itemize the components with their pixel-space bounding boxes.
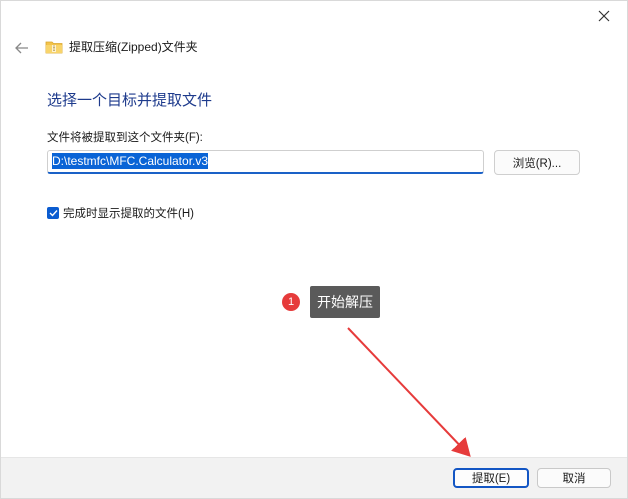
window-title: 提取压缩(Zipped)文件夹 — [69, 40, 198, 54]
step-badge: 1 — [282, 293, 300, 311]
dialog-footer: 提取(E) 取消 — [1, 457, 627, 498]
close-button[interactable] — [591, 5, 617, 27]
extract-dialog: 提取压缩(Zipped)文件夹 选择一个目标并提取文件 文件将被提取到这个文件夹… — [0, 0, 628, 499]
back-button[interactable] — [11, 37, 33, 59]
show-files-option[interactable]: 完成时显示提取的文件(H) — [47, 205, 194, 221]
show-files-label: 完成时显示提取的文件(H) — [63, 208, 194, 220]
destination-path-value: D:\testmfc\MFC.Calculator.v3 — [52, 153, 209, 169]
browse-button[interactable]: 浏览(R)... — [494, 150, 580, 175]
window-title-row: 提取压缩(Zipped)文件夹 — [45, 38, 198, 55]
cancel-button[interactable]: 取消 — [537, 468, 611, 488]
checkmark-icon — [49, 210, 58, 217]
back-arrow-icon — [15, 42, 28, 54]
destination-path-input[interactable]: D:\testmfc\MFC.Calculator.v3 — [47, 150, 484, 174]
show-files-checkbox[interactable] — [47, 207, 59, 219]
close-icon — [598, 10, 610, 22]
zip-folder-icon — [45, 41, 63, 53]
step-tooltip: 开始解压 — [310, 286, 380, 318]
page-heading: 选择一个目标并提取文件 — [47, 92, 213, 109]
step-annotation: 1 开始解压 — [282, 286, 380, 318]
extract-button[interactable]: 提取(E) — [453, 468, 529, 488]
destination-label: 文件将被提取到这个文件夹(F): — [47, 132, 203, 144]
